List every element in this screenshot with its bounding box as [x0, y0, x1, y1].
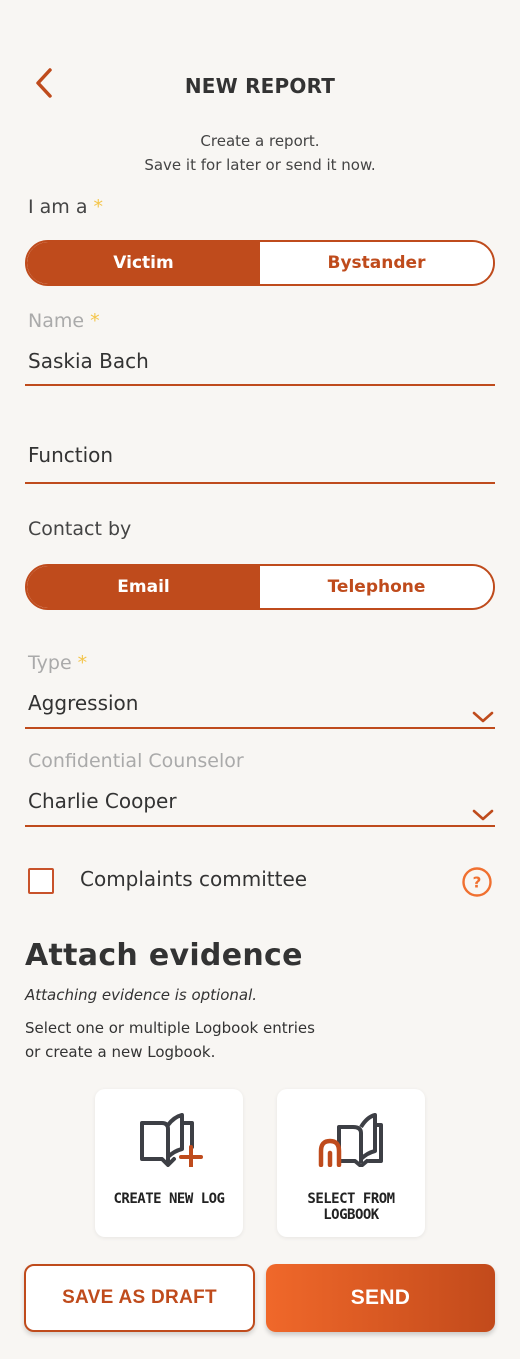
name-underline [25, 384, 495, 386]
type-label-text: Type [28, 652, 72, 674]
subtitle-line-2: Save it for later or send it now. [144, 156, 376, 174]
role-toggle: Victim Bystander [25, 240, 495, 286]
required-star: * [93, 196, 103, 218]
name-label-text: Name [28, 310, 85, 332]
create-new-log-label: CREATE NEW LOG [113, 1191, 225, 1207]
counselor-label: Confidential Counselor [28, 750, 244, 772]
name-input[interactable]: Saskia Bach [28, 349, 149, 373]
send-button[interactable]: SEND [266, 1264, 495, 1332]
evidence-optional-note: Attaching evidence is optional. [25, 986, 258, 1004]
book-select-icon [318, 1113, 383, 1167]
chevron-down-icon[interactable] [472, 808, 494, 822]
page-title: NEW REPORT [184, 74, 336, 98]
contact-toggle: Email Telephone [25, 564, 495, 610]
select-label-line-2: LOGBOOK [323, 1207, 379, 1223]
evidence-description: Select one or multiple Logbook entries o… [25, 1016, 385, 1064]
evidence-desc-line-2: or create a new Logbook. [25, 1043, 216, 1061]
select-from-logbook-label: SELECT FROM LOGBOOK [277, 1191, 425, 1223]
save-as-draft-button[interactable]: SAVE AS DRAFT [24, 1264, 255, 1332]
book-add-icon [140, 1113, 203, 1167]
role-option-victim[interactable]: Victim [27, 242, 260, 284]
evidence-desc-line-1: Select one or multiple Logbook entries [25, 1019, 315, 1037]
complaints-label: Complaints committee [80, 867, 308, 891]
required-star: * [77, 652, 88, 674]
select-from-logbook-card[interactable]: SELECT FROM LOGBOOK [277, 1089, 425, 1237]
required-star: * [90, 310, 100, 332]
chevron-down-icon[interactable] [472, 710, 494, 724]
function-input[interactable]: Function [28, 443, 113, 467]
question-circle-icon[interactable]: ? [461, 866, 493, 898]
name-label: Name * [28, 310, 100, 332]
create-new-log-card[interactable]: CREATE NEW LOG [95, 1089, 243, 1237]
evidence-title: Attach evidence [25, 938, 303, 973]
type-select[interactable]: Aggression [28, 691, 138, 715]
svg-text:?: ? [473, 874, 482, 892]
subtitle-line-1: Create a report. [200, 132, 320, 150]
counselor-select[interactable]: Charlie Cooper [28, 789, 177, 813]
type-underline [25, 727, 495, 729]
page-subtitle: Create a report. Save it for later or se… [0, 129, 520, 177]
complaints-checkbox[interactable] [28, 868, 54, 894]
contact-label: Contact by [28, 518, 132, 540]
type-label: Type * [28, 652, 87, 674]
role-label: I am a * [28, 196, 103, 218]
counselor-underline [25, 825, 495, 827]
contact-option-email[interactable]: Email [27, 566, 260, 608]
role-option-bystander[interactable]: Bystander [260, 242, 493, 284]
function-underline [25, 482, 495, 484]
select-label-line-1: SELECT FROM [307, 1191, 395, 1207]
contact-option-telephone[interactable]: Telephone [260, 566, 493, 608]
role-label-text: I am a [28, 196, 88, 218]
